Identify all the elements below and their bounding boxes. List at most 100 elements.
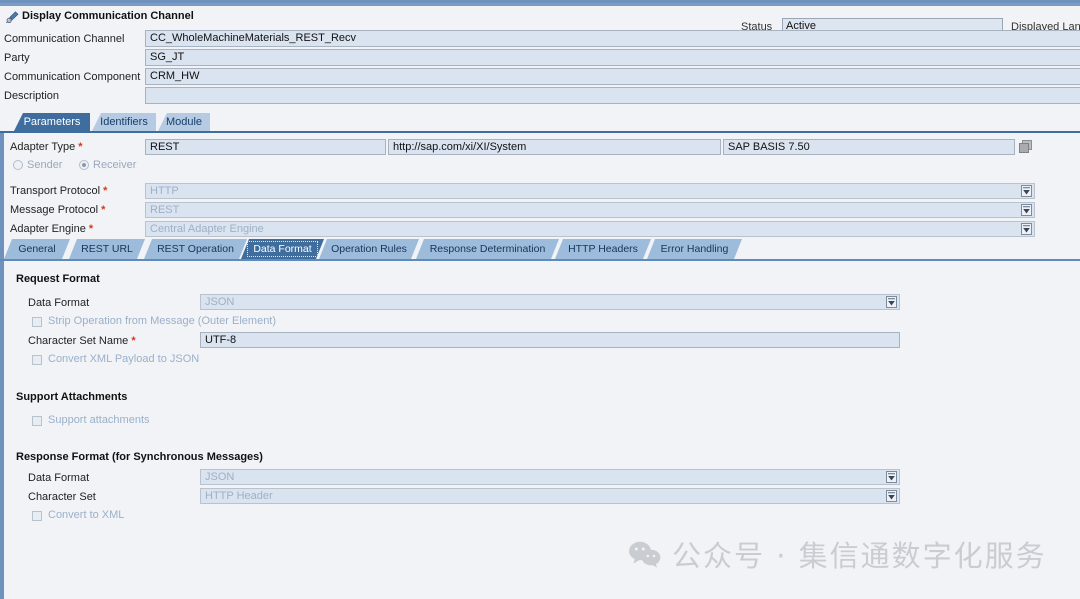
subtab-error-handling-label: Error Handling <box>660 243 729 255</box>
subtab-rest-url[interactable]: REST URL <box>69 239 145 259</box>
value-transport-protocol: HTTP <box>150 185 179 197</box>
value-response-charset: HTTP Header <box>205 490 273 502</box>
dropdown-list-icon[interactable] <box>886 490 897 502</box>
checkbox-strip-operation[interactable] <box>32 317 42 327</box>
radio-sender-label: Sender <box>27 159 63 171</box>
title-bar: Display Communication Channel Status Act… <box>0 8 1080 33</box>
row-message-protocol: Message Protocol * REST <box>0 201 1080 219</box>
tab-module-label: Module <box>165 116 203 128</box>
dropdown-list-icon[interactable] <box>886 296 897 308</box>
tab-identifiers-label: Identifiers <box>100 116 148 128</box>
input-charset-name[interactable]: UTF-8 <box>200 332 900 348</box>
tab-module[interactable]: Module <box>158 113 210 131</box>
field-row-description: Description <box>0 87 1080 106</box>
input-adapter-namespace[interactable]: http://sap.com/xi/XI/System <box>388 139 721 155</box>
subtab-response-determination[interactable]: Response Determination <box>416 239 559 259</box>
input-description[interactable] <box>145 87 1080 104</box>
value-charset-name: UTF-8 <box>205 334 237 346</box>
section-support-attachments: Support Attachments <box>16 391 128 403</box>
data-format-content: Request Format Data Format JSON Strip Op… <box>4 261 1080 599</box>
input-communication-channel[interactable]: CC_WholeMachineMaterials_REST_Recv <box>145 30 1080 47</box>
checkbox-row-convert-xml-to-json[interactable]: Convert XML Payload to JSON <box>32 353 432 369</box>
checkbox-row-strip-operation[interactable]: Strip Operation from Message (Outer Elem… <box>32 315 432 331</box>
window-title: Display Communication Channel <box>22 10 194 22</box>
parameters-pane: Adapter Type * REST http://sap.com/xi/XI… <box>0 133 1080 599</box>
input-request-data-format[interactable]: JSON <box>200 294 900 310</box>
value-adapter-engine: Central Adapter Engine <box>150 223 264 235</box>
checkbox-strip-operation-label: Strip Operation from Message (Outer Elem… <box>48 315 277 327</box>
input-communication-component[interactable]: CRM_HW <box>145 68 1080 85</box>
value-adapter-type: REST <box>150 141 180 153</box>
field-row-party: Party SG_JT <box>0 49 1080 68</box>
tab-parameters[interactable]: Parameters <box>14 113 90 131</box>
value-message-protocol: REST <box>150 204 180 216</box>
dropdown-list-icon[interactable] <box>886 471 897 483</box>
label-charset-name: Character Set Name * <box>28 335 136 347</box>
value-adapter-namespace: http://sap.com/xi/XI/System <box>393 141 527 153</box>
label-request-data-format: Data Format <box>28 297 90 309</box>
label-communication-channel: Communication Channel <box>4 33 125 45</box>
label-transport-protocol-text: Transport Protocol <box>10 185 101 197</box>
checkbox-row-convert-to-xml[interactable]: Convert to XML <box>32 509 332 525</box>
checkbox-convert-xml-to-json[interactable] <box>32 355 42 365</box>
label-description: Description <box>4 90 60 102</box>
field-row-communication-component: Communication Component CRM_HW <box>0 68 1080 87</box>
dropdown-list-icon[interactable] <box>1021 185 1032 197</box>
subtab-http-headers[interactable]: HTTP Headers <box>555 239 651 259</box>
input-message-protocol[interactable]: REST <box>145 202 1035 218</box>
value-party: SG_JT <box>150 51 185 63</box>
value-software-component: SAP BASIS 7.50 <box>728 141 810 153</box>
section-response-format: Response Format (for Synchronous Message… <box>16 451 263 463</box>
label-message-protocol: Message Protocol * <box>10 204 105 216</box>
radio-sender[interactable] <box>13 160 23 170</box>
subtab-rest-operation[interactable]: REST Operation <box>144 239 247 259</box>
checkbox-convert-to-xml-label: Convert to XML <box>48 509 125 521</box>
value-response-data-format: JSON <box>205 471 235 483</box>
input-adapter-engine[interactable]: Central Adapter Engine <box>145 221 1035 237</box>
subtab-rest-url-label: REST URL <box>81 243 133 255</box>
subtab-error-handling[interactable]: Error Handling <box>647 239 742 259</box>
value-communication-channel: CC_WholeMachineMaterials_REST_Recv <box>150 32 357 44</box>
radio-receiver-label: Receiver <box>93 159 137 171</box>
radio-receiver[interactable] <box>79 160 89 170</box>
input-party[interactable]: SG_JT <box>145 49 1080 66</box>
subtab-response-determination-label: Response Determination <box>429 243 546 255</box>
checkbox-support-attachments-label: Support attachments <box>48 414 150 426</box>
subtab-focus-outline <box>247 241 318 257</box>
main-tab-strip: Parameters Identifiers Module <box>0 113 1080 131</box>
checkbox-convert-to-xml[interactable] <box>32 511 42 521</box>
subtab-general-label: General <box>18 243 56 255</box>
label-adapter-engine: Adapter Engine * <box>10 223 93 235</box>
adapter-engine-required-marker: * <box>88 223 94 235</box>
adapter-type-required-marker: * <box>78 141 83 153</box>
checkbox-convert-xml-to-json-label: Convert XML Payload to JSON <box>48 353 200 365</box>
row-transport-protocol: Transport Protocol * HTTP <box>0 182 1080 200</box>
label-transport-protocol: Transport Protocol * <box>10 185 107 197</box>
section-request-format: Request Format <box>16 273 100 285</box>
checkbox-row-support-attachments[interactable]: Support attachments <box>32 414 332 430</box>
label-party: Party <box>4 52 30 64</box>
dropdown-list-icon[interactable] <box>1021 223 1032 235</box>
input-response-data-format[interactable]: JSON <box>200 469 900 485</box>
input-software-component[interactable]: SAP BASIS 7.50 <box>723 139 1015 155</box>
subtab-data-format[interactable]: Data Format <box>241 239 324 259</box>
checkbox-support-attachments[interactable] <box>32 416 42 426</box>
copy-icon[interactable] <box>1019 140 1034 154</box>
input-adapter-type[interactable]: REST <box>145 139 386 155</box>
label-response-charset: Character Set <box>28 491 96 503</box>
pen-magnifier-icon <box>6 11 19 23</box>
input-transport-protocol[interactable]: HTTP <box>145 183 1035 199</box>
tab-identifiers[interactable]: Identifiers <box>92 113 156 131</box>
message-protocol-required-marker: * <box>101 204 106 216</box>
label-adapter-type-text: Adapter Type <box>10 141 76 153</box>
row-adapter-engine: Adapter Engine * Central Adapter Engine <box>0 220 1080 238</box>
subtab-http-headers-label: HTTP Headers <box>568 243 638 255</box>
dropdown-list-icon[interactable] <box>1021 204 1032 216</box>
subtab-operation-rules-label: Operation Rules <box>331 243 407 255</box>
direction-radio-group: Sender Receiver <box>0 159 200 173</box>
header-area: Display Communication Channel Status Act… <box>0 6 1080 108</box>
subtab-operation-rules[interactable]: Operation Rules <box>319 239 419 259</box>
subtab-general[interactable]: General <box>4 239 70 259</box>
label-communication-component: Communication Component <box>4 71 141 83</box>
input-response-charset[interactable]: HTTP Header <box>200 488 900 504</box>
